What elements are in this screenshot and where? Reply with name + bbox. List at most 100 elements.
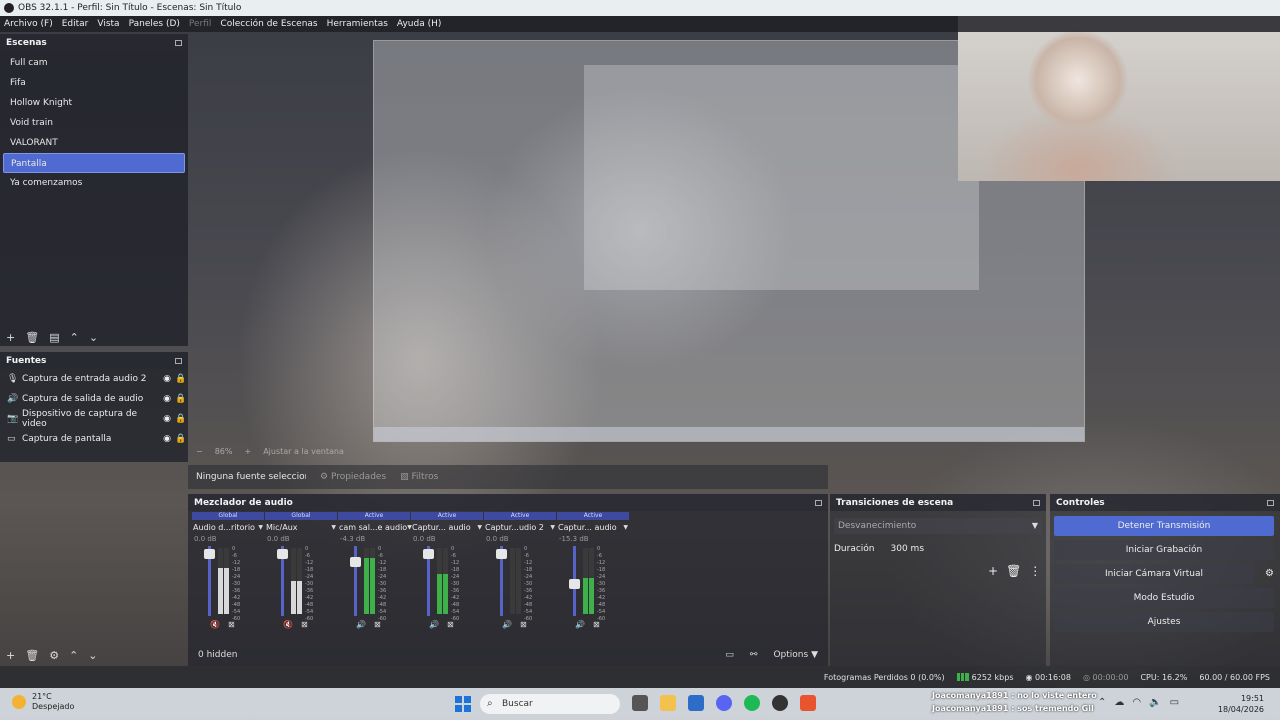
scene-item-full-cam[interactable]: Full cam	[3, 53, 185, 73]
file-explorer-icon[interactable]	[660, 695, 676, 711]
filter-icon[interactable]: ▤	[49, 331, 59, 344]
taskbar-search[interactable]: ⌕ Buscar	[480, 694, 620, 714]
menu-perfil[interactable]: Perfil	[189, 19, 212, 29]
monitor-off-icon[interactable]: ⊠	[447, 620, 454, 629]
start-recording-button[interactable]: Iniciar Grabación	[1054, 540, 1274, 560]
zoom-in-icon[interactable]: +	[244, 447, 251, 456]
move-up-icon[interactable]: ⌃	[70, 331, 79, 344]
transition-select[interactable]: Desvanecimiento ▼	[834, 518, 1042, 534]
chevron-up-icon[interactable]: ⌃	[1098, 697, 1106, 708]
discord-icon[interactable]	[716, 695, 732, 711]
monitor-off-icon[interactable]: ⊠	[374, 620, 381, 629]
more-icon[interactable]: ⋮	[1029, 564, 1041, 578]
menu-archivo[interactable]: Archivo (F)	[4, 19, 53, 29]
speaker-icon[interactable]: 🔊	[575, 620, 585, 629]
channel-name-select[interactable]: Captur...udio 2 ▼	[484, 520, 556, 534]
volume-icon[interactable]: 🔈	[1149, 697, 1161, 708]
layout-icon[interactable]: ▭	[725, 650, 734, 660]
stop-stream-button[interactable]: Detener Transmisión	[1054, 516, 1274, 536]
filters-button[interactable]: ▧ Filtros	[400, 472, 438, 482]
channel-name-select[interactable]: Captur... audio ▼	[411, 520, 483, 534]
trash-icon[interactable]: 🗑	[1006, 564, 1021, 578]
scene-item-hollow-knight[interactable]: Hollow Knight	[3, 93, 185, 113]
weather-widget[interactable]: 21°C Despejado	[12, 692, 74, 712]
wifi-icon[interactable]: ◠	[1132, 697, 1141, 708]
source-item[interactable]: ▭ Captura de pantalla ◉ 🔒	[0, 429, 188, 449]
channel-name-select[interactable]: cam sal...e audio ▼	[338, 520, 412, 534]
volume-fader-handle[interactable]	[204, 549, 215, 559]
lock-icon[interactable]: 🔒	[174, 394, 188, 404]
monitor-off-icon[interactable]: ⊠	[228, 620, 235, 629]
menu-herramientas[interactable]: Herramientas	[327, 19, 388, 29]
properties-button[interactable]: ⚙ Propiedades	[320, 472, 386, 482]
channel-name-select[interactable]: Captur... audio ▼	[557, 520, 629, 534]
eye-icon[interactable]: ◉	[160, 414, 174, 424]
speaker-icon[interactable]: 🔊	[356, 620, 366, 629]
speaker-icon[interactable]: 🔊	[502, 620, 512, 629]
volume-fader-handle[interactable]	[350, 557, 361, 567]
eye-icon[interactable]: ◉	[160, 394, 174, 404]
zoom-out-icon[interactable]: −	[196, 447, 203, 456]
scene-item-ya-comenzamos[interactable]: Ya comenzamos	[3, 173, 185, 193]
volume-fader-handle[interactable]	[569, 579, 580, 589]
monitor-off-icon[interactable]: ⊠	[520, 620, 527, 629]
move-up-icon[interactable]: ⌃	[69, 649, 78, 662]
brave-icon[interactable]	[800, 695, 816, 711]
gear-icon[interactable]: ⚙	[1265, 568, 1274, 579]
volume-fader-handle[interactable]	[423, 549, 434, 559]
move-down-icon[interactable]: ⌄	[89, 331, 98, 344]
lock-icon[interactable]: 🔒	[174, 434, 188, 444]
menu-ayuda[interactable]: Ayuda (H)	[397, 19, 441, 29]
clock[interactable]: 19:51 18/04/2026	[1218, 693, 1264, 715]
move-down-icon[interactable]: ⌄	[88, 649, 97, 662]
monitor-off-icon[interactable]: ⊠	[593, 620, 600, 629]
options-button[interactable]: Options ▼	[773, 650, 818, 660]
channel-name-select[interactable]: Audio d...ritorio ▼	[192, 520, 264, 534]
spotify-icon[interactable]	[744, 695, 760, 711]
link-icon[interactable]: ⚯	[750, 650, 758, 660]
eye-icon[interactable]: ◉	[160, 434, 174, 444]
eye-icon[interactable]: ◉	[160, 374, 174, 384]
battery-icon[interactable]: ▭	[1170, 697, 1179, 708]
obs-icon[interactable]	[772, 695, 788, 711]
menu-vista[interactable]: Vista	[97, 19, 119, 29]
cloud-icon[interactable]: ☁	[1114, 697, 1124, 708]
trash-icon[interactable]: 🗑	[25, 331, 39, 344]
scene-item-void-train[interactable]: Void train	[3, 113, 185, 133]
source-item[interactable]: 📷 Dispositivo de captura de video ◉ 🔒	[0, 409, 188, 429]
add-icon[interactable]: +	[988, 564, 998, 578]
volume-fader-handle[interactable]	[496, 549, 507, 559]
monitor-off-icon[interactable]: ⊠	[301, 620, 308, 629]
scene-item-pantalla[interactable]: Pantalla	[3, 153, 185, 173]
store-icon[interactable]	[688, 695, 704, 711]
lock-icon[interactable]: 🔒	[174, 374, 188, 384]
undock-icon[interactable]	[175, 39, 182, 46]
menu-editar[interactable]: Editar	[62, 19, 89, 29]
scene-item-valorant[interactable]: VALORANT	[3, 133, 185, 153]
undock-icon[interactable]	[815, 499, 822, 506]
add-icon[interactable]: +	[6, 331, 15, 344]
menu-paneles[interactable]: Paneles (D)	[129, 19, 180, 29]
speaker-icon[interactable]: 🔊	[429, 620, 439, 629]
gear-icon[interactable]: ⚙	[49, 649, 59, 662]
source-item[interactable]: 🎙 Captura de entrada audio 2 ◉ 🔒	[0, 369, 188, 389]
duration-input[interactable]: 300 ms	[891, 544, 925, 554]
windows-start-icon[interactable]	[455, 696, 471, 712]
channel-name-select[interactable]: Mic/Aux ▼	[265, 520, 337, 534]
undock-icon[interactable]	[1033, 499, 1040, 506]
scene-item-fifa[interactable]: Fifa	[3, 73, 185, 93]
source-item[interactable]: 🔊 Captura de salida de audio ◉ 🔒	[0, 389, 188, 409]
menu-coleccion[interactable]: Colección de Escenas	[220, 19, 317, 29]
undock-icon[interactable]	[1267, 499, 1274, 506]
volume-fader-handle[interactable]	[277, 549, 288, 559]
trash-icon[interactable]: 🗑	[25, 649, 39, 662]
add-icon[interactable]: +	[6, 649, 15, 662]
lock-icon[interactable]: 🔒	[174, 414, 188, 424]
muted-speaker-icon[interactable]: 🔇	[210, 620, 220, 629]
muted-speaker-icon[interactable]: 🔇	[283, 620, 293, 629]
settings-button[interactable]: Ajustes	[1054, 612, 1274, 632]
studio-mode-button[interactable]: Modo Estudio	[1054, 588, 1274, 608]
task-view-icon[interactable]	[632, 695, 648, 711]
start-virtual-camera-button[interactable]: Iniciar Cámara Virtual	[1054, 564, 1254, 584]
undock-icon[interactable]	[175, 357, 182, 364]
